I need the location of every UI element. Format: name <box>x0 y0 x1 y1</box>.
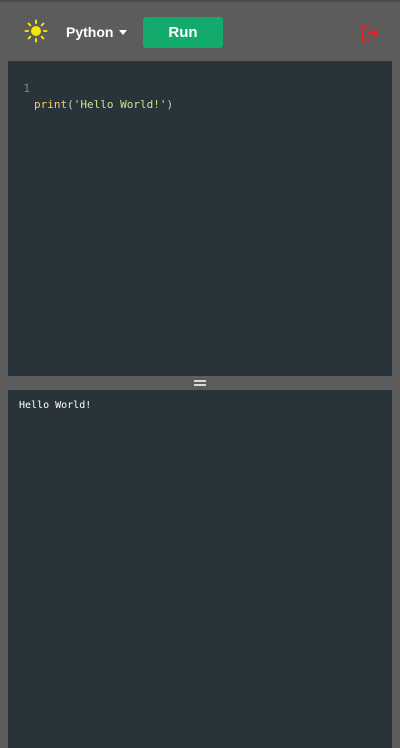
code-token-paren-close: ) <box>166 98 174 111</box>
code-content[interactable]: print('Hello World!') <box>34 97 173 113</box>
output-text: Hello World! <box>19 400 92 411</box>
code-line[interactable]: 1 print('Hello World!') <box>8 65 392 111</box>
run-button[interactable]: Run <box>143 17 223 48</box>
line-number: 1 <box>23 82 30 95</box>
toolbar: Python Run <box>0 0 400 61</box>
caret-down-icon <box>119 30 128 35</box>
resize-divider[interactable] <box>0 376 400 390</box>
language-select[interactable]: Python <box>66 22 128 42</box>
code-token-string: 'Hello World!' <box>73 98 167 111</box>
logout-button[interactable] <box>360 23 380 43</box>
sun-icon <box>24 19 48 43</box>
code-editor[interactable]: 1 print('Hello World!') <box>8 61 392 376</box>
code-token-paren-open: ( <box>67 98 74 111</box>
theme-toggle-button[interactable] <box>24 19 48 43</box>
language-label: Python <box>66 24 114 40</box>
drag-handle-icon <box>194 380 206 386</box>
logout-icon <box>362 25 378 41</box>
output-panel: Hello World! <box>8 390 392 748</box>
code-token-function: print <box>34 98 68 111</box>
